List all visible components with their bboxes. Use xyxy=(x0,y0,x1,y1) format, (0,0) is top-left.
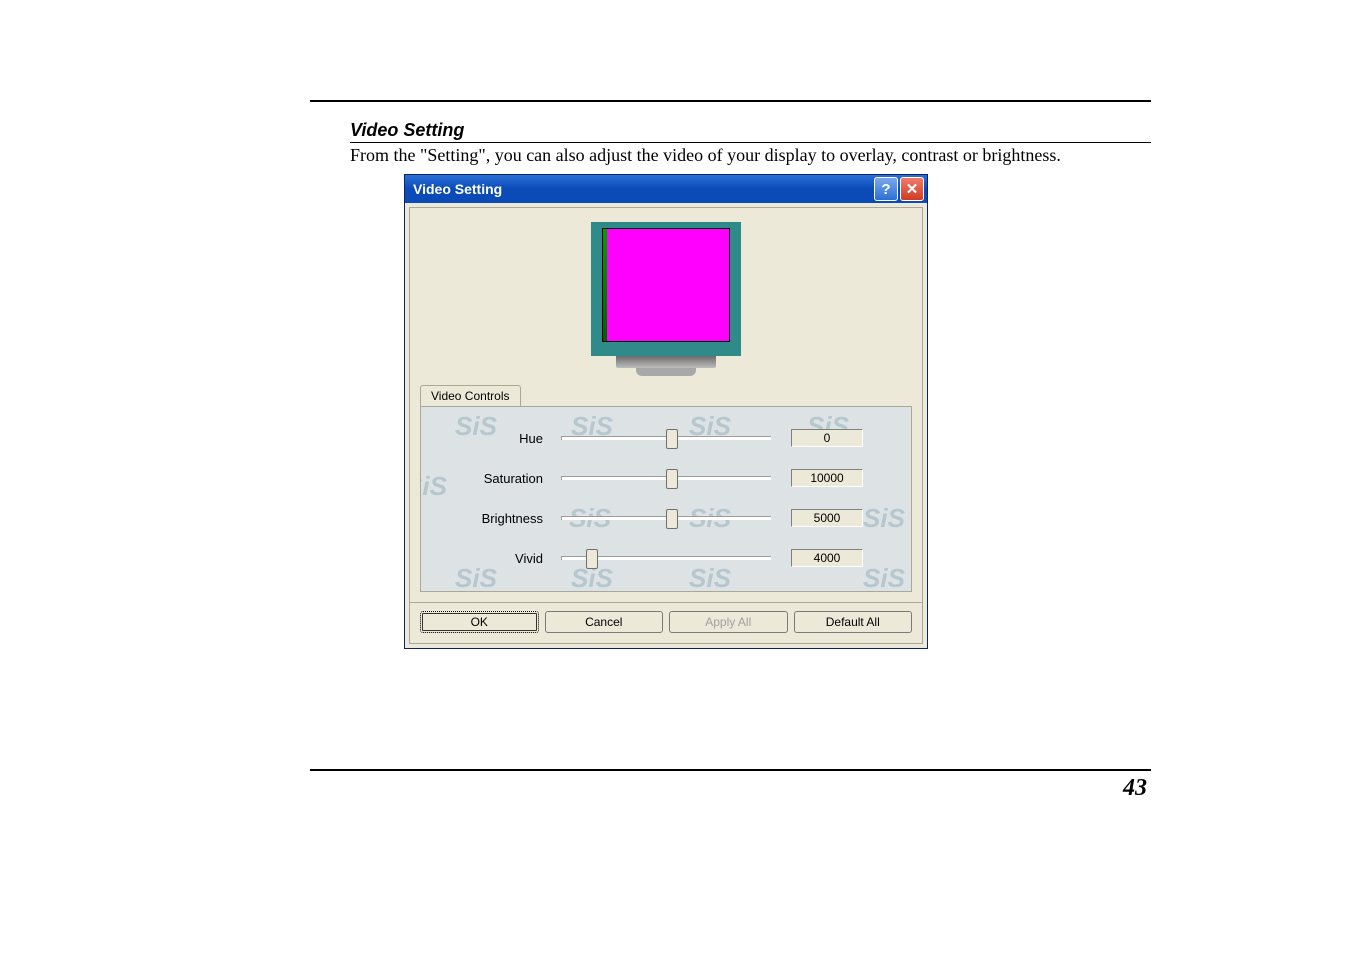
slider-thumb[interactable] xyxy=(666,509,678,529)
tab-video-controls[interactable]: Video Controls xyxy=(420,385,521,406)
hue-slider[interactable] xyxy=(561,430,771,446)
hue-label: Hue xyxy=(443,431,561,446)
ok-button[interactable]: OK xyxy=(420,611,539,633)
cancel-button[interactable]: Cancel xyxy=(545,611,664,633)
slider-thumb[interactable] xyxy=(666,469,678,489)
vivid-value: 4000 xyxy=(791,549,863,567)
footer-rule xyxy=(310,769,1151,771)
section-body: From the "Setting", you can also adjust … xyxy=(350,145,1151,166)
slider-thumb[interactable] xyxy=(666,429,678,449)
page-number: 43 xyxy=(310,775,1151,802)
saturation-label: Saturation xyxy=(443,471,561,486)
slider-thumb[interactable] xyxy=(586,549,598,569)
dialog-title: Video Setting xyxy=(413,181,872,197)
top-rule xyxy=(310,100,1151,102)
vivid-slider[interactable] xyxy=(561,550,771,566)
monitor-preview-area xyxy=(410,208,922,379)
dialog-button-row: OK Cancel Apply All Default All xyxy=(410,602,922,643)
brightness-slider[interactable] xyxy=(561,510,771,526)
default-all-button[interactable]: Default All xyxy=(794,611,913,633)
apply-all-button[interactable]: Apply All xyxy=(669,611,788,633)
sis-watermark: SiS xyxy=(863,563,905,592)
control-row-hue: Hue 0 xyxy=(443,429,889,447)
help-button[interactable]: ? xyxy=(874,177,898,201)
question-icon: ? xyxy=(881,181,890,198)
video-controls-panel: SiS SiS SiS SiS SiS SiS SiS SiS SiS SiS … xyxy=(420,406,912,592)
control-row-vivid: Vivid 4000 xyxy=(443,549,889,567)
sis-watermark: SiS xyxy=(689,563,731,592)
video-setting-dialog: Video Setting ? ✕ xyxy=(404,174,928,649)
heading-underline xyxy=(350,142,1151,143)
control-row-saturation: Saturation 10000 xyxy=(443,469,889,487)
hue-value: 0 xyxy=(791,429,863,447)
brightness-label: Brightness xyxy=(443,511,561,526)
dialog-titlebar[interactable]: Video Setting ? ✕ xyxy=(405,175,927,203)
vivid-label: Vivid xyxy=(443,551,561,566)
dialog-inner-panel: Video Controls SiS SiS SiS SiS SiS SiS S… xyxy=(409,207,923,644)
saturation-value: 10000 xyxy=(791,469,863,487)
close-icon: ✕ xyxy=(906,180,919,198)
control-row-brightness: Brightness 5000 xyxy=(443,509,889,527)
section-heading: Video Setting xyxy=(350,120,1151,141)
brightness-value: 5000 xyxy=(791,509,863,527)
close-button[interactable]: ✕ xyxy=(900,177,924,201)
monitor-icon xyxy=(591,222,741,376)
sis-watermark: SiS xyxy=(455,563,497,592)
saturation-slider[interactable] xyxy=(561,470,771,486)
